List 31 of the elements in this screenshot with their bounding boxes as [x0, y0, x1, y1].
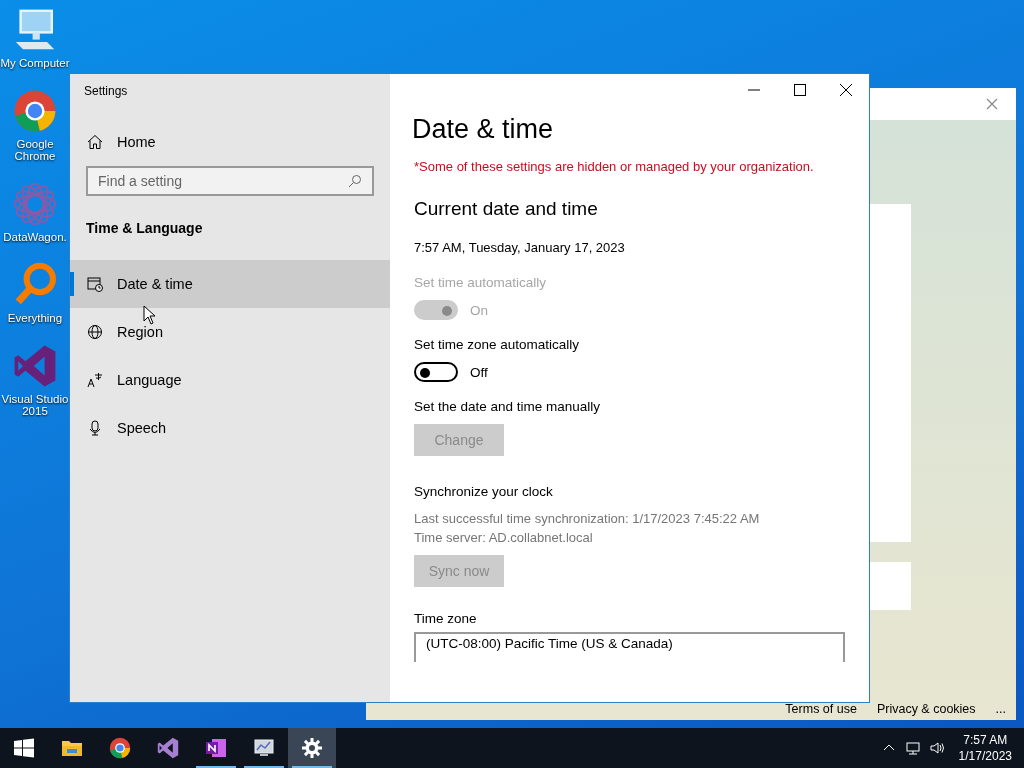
sync-info: Time server: AD.collabnet.local	[414, 529, 594, 547]
footer-link[interactable]: Privacy & cookies	[876, 702, 976, 716]
nav-item[interactable]: Language	[70, 356, 390, 404]
more-button[interactable]: ...	[995, 702, 1006, 716]
section-heading: Current date and time	[414, 198, 599, 220]
desktop-icon-label[interactable]: Visual Studio 2015	[0, 393, 70, 417]
search-field[interactable]: Find a setting	[86, 166, 374, 196]
setting-label: Synchronize your clock	[414, 484, 554, 499]
section-heading: Time & Language	[86, 220, 204, 236]
window-title: Settings	[84, 84, 129, 98]
desktop-icon-label[interactable]: Everything	[0, 312, 70, 324]
setting-label: Set the date and time manually	[414, 399, 602, 414]
time-zone-dropdown[interactable]: (UTC-08:00) Pacific Time (US & Canada)	[414, 632, 845, 662]
clock[interactable]: 7:57 AM 1/17/2023	[958, 732, 1012, 764]
desktop-icon-label[interactable]: My Computer	[0, 57, 70, 69]
policy-notice: *Some of these settings are hidden or managed by your organization.	[414, 159, 815, 174]
desktop-icon-label[interactable]: DataWagon.	[0, 231, 70, 243]
current-date-time: 7:57 AM, Tuesday, January 17, 2023	[414, 240, 626, 255]
sync-info: Last successful time synchronization: 1/17/2023 7:45:22 AM	[414, 510, 761, 528]
setting-label: Time zone	[414, 611, 478, 626]
footer-link[interactable]: Terms of use	[785, 702, 857, 716]
desktop-icon-label[interactable]: Google Chrome	[0, 138, 70, 162]
toggle-state: On	[470, 302, 488, 318]
nav-item[interactable]: Region	[70, 308, 390, 356]
setting-label: Set time automatically	[414, 275, 548, 290]
nav-item[interactable]: Speech	[70, 404, 390, 452]
setting-label: Set time zone automatically	[414, 337, 581, 352]
page-title: Date & time	[412, 114, 555, 145]
home-link[interactable]: Home	[117, 134, 156, 150]
nav-item[interactable]: Date & time	[70, 260, 390, 308]
toggle-state: Off	[470, 364, 488, 380]
